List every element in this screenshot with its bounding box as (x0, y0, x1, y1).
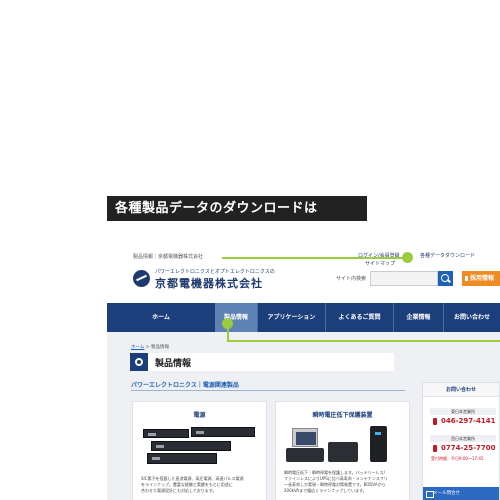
power-supply-image (191, 427, 255, 437)
nav-item-contact[interactable]: お問い合わせ (443, 303, 500, 332)
card-description: 瞬時電圧低下｜瞬時停電を保護します。バッテリーレス/ ファインレスによりUPSに… (284, 470, 388, 493)
search-icon[interactable] (438, 271, 453, 286)
breadcrumb: ホーム > 製品情報 (131, 344, 169, 350)
download-link[interactable]: 各種データダウンロード (420, 252, 475, 259)
breadcrumb-home[interactable]: ホーム (131, 345, 144, 350)
nav-item-home[interactable]: ホーム (107, 303, 215, 332)
callout-line (222, 257, 408, 259)
breadcrumb-current: 製品情報 (151, 345, 170, 350)
website-screenshot: 製品情報｜京都電機器株式会社 パワーエレクトロニクスとオプトエレクトロニクスの … (107, 247, 500, 500)
callout-dot (222, 318, 233, 329)
business-hours: 受付時間：平日9:00〜17:45 (431, 456, 484, 461)
power-supply-image (143, 429, 189, 438)
nav-item-applications[interactable]: アプリケーション (257, 303, 325, 332)
phone-number[interactable]: 046-297-4141 (441, 417, 496, 425)
nav-item-company[interactable]: 企業情報 (393, 303, 443, 332)
nav-item-products[interactable]: 製品情報 (215, 303, 257, 332)
card-title: 瞬時電圧低下保護装置 (312, 412, 373, 419)
sitemap-link[interactable]: サイトマップ (365, 260, 395, 267)
protector-image (328, 442, 358, 462)
nav-item-faq[interactable]: よくあるご質問 (325, 303, 393, 332)
card-title: 電源 (193, 412, 206, 419)
main-nav: ホーム 製品情報 アプリケーション よくあるご質問 企業情報 お問い合わせ (107, 303, 500, 332)
page-heading: 製品情報 (130, 353, 394, 371)
mail-button[interactable]: メール問合せ (423, 487, 499, 500)
header-tagline: 製品情報｜京都電機器株式会社 (133, 254, 204, 260)
product-card-voltage-sag-protector[interactable]: 瞬時電圧低下保護装置 瞬時電圧低下｜瞬時停電を保護します。バッテリーレス/ ファ… (275, 401, 410, 500)
callout-line (227, 340, 500, 342)
company-logo[interactable]: パワーエレクトロニクスとオプトエレクトロニクスの 京都電機器株式会社 (133, 268, 313, 290)
contact-sidebar: お問い合わせ 東日本営業所 046-297-4141 西日本営業所 0774-2… (422, 382, 500, 500)
phone-icon (433, 445, 437, 452)
company-logo-mark-icon (133, 270, 150, 287)
search-input[interactable] (370, 271, 438, 286)
logo-subtitle: パワーエレクトロニクスとオプトエレクトロニクスの (155, 269, 275, 275)
card-description: SIC素子を搭載した直流電源、高圧電源、高速パルス電源 をラインナップ。豊富な経… (141, 476, 244, 493)
phone-number[interactable]: 0774-25-7700 (441, 444, 496, 452)
callout-dot (402, 252, 413, 263)
recruit-button[interactable]: 採用情報 (462, 271, 500, 286)
section-heading: パワーエレクトロニクス｜電源関連製品 (131, 382, 239, 389)
protector-image (286, 448, 324, 462)
phone-icon (433, 418, 437, 425)
power-supply-image (151, 441, 231, 451)
protector-image (370, 426, 387, 462)
section-divider (131, 390, 405, 391)
download-banner: 各種製品データのダウンロードは (107, 196, 367, 221)
logo-company-name: 京都電機器株式会社 (155, 277, 263, 290)
protector-image (292, 428, 318, 447)
search-label: サイト内検索 (336, 276, 367, 282)
power-supply-image (147, 453, 217, 464)
gear-icon (130, 353, 148, 371)
page-title: 製品情報 (155, 359, 192, 369)
product-card-power-supply[interactable]: 電源 SIC素子を搭載した直流電源、高圧電源、高速パルス電源 をラインナップ。豊… (132, 401, 267, 500)
sidebar-title: お問い合わせ (423, 383, 499, 397)
office-label: 西日本営業所 (430, 435, 496, 442)
office-label: 東日本営業所 (430, 408, 496, 415)
